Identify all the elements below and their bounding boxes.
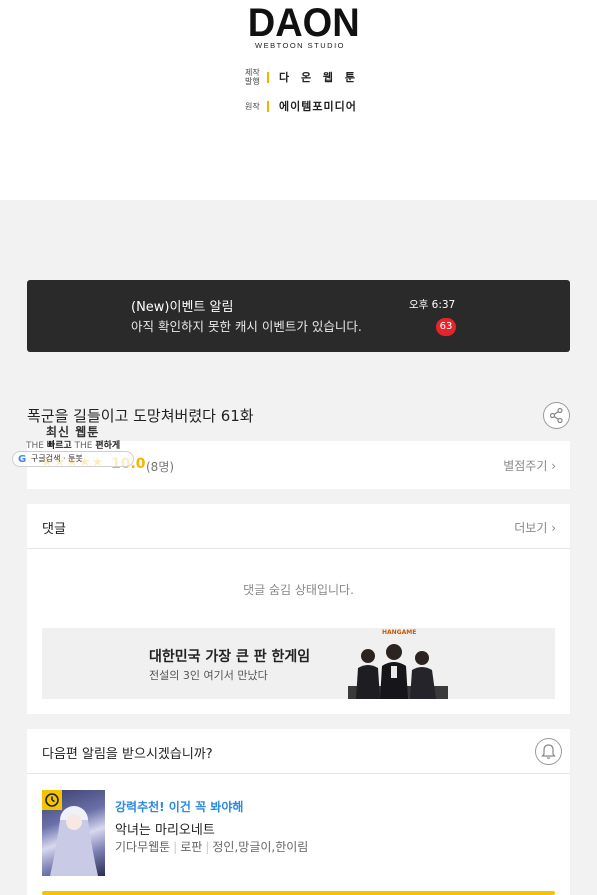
event-description: 아직 확인하지 못한 캐시 이벤트가 있습니다.: [131, 319, 362, 334]
recommendation-title[interactable]: 악녀는 마리오네트: [115, 819, 215, 838]
latest-webtoon-badge[interactable]: 최신 웹툰 THE 빠르고 THE 편하게 G 구글검색 · 툰봇: [12, 420, 137, 468]
event-title: (New)이벤트 알림: [131, 300, 234, 315]
event-notification-bar[interactable]: (New)이벤트 알림 아직 확인하지 못한 캐시 이벤트가 있습니다. 오후 …: [27, 280, 570, 352]
badge-sub-bold: 편하게: [95, 441, 121, 451]
notify-header: 다음편 알림을 받으시겠습니까?: [27, 729, 570, 774]
badge-pill-text: 구글검색 · 툰봇: [31, 454, 83, 463]
credit-original: 원작 에이템포미디어: [245, 98, 375, 114]
meta-genre: 로판: [180, 840, 203, 854]
meta-authors: 정인,망글이,한이림: [212, 840, 309, 854]
credit-label: 제작 발행: [245, 68, 260, 86]
clock-icon: [45, 793, 59, 807]
event-time: 오후 6:37: [409, 299, 456, 311]
hangame-ad-banner[interactable]: 대한민국 가장 큰 판 한게임 전설의 3인 여기서 만났다 HANGAME: [42, 628, 555, 699]
recommendation-label: 강력추천! 이건 꼭 봐야해: [115, 800, 244, 814]
comment-title: 댓글: [42, 522, 66, 537]
rate-button[interactable]: 별점주기 ›: [503, 457, 556, 474]
accent-bar: [42, 891, 555, 895]
share-button[interactable]: [543, 402, 570, 429]
event-count-badge: 63: [436, 318, 456, 336]
comment-card: 댓글 더보기 › 댓글 숨김 상태입니다. 대한민국 가장 큰 판 한게임 전설…: [27, 504, 570, 714]
comment-header: 댓글 더보기 ›: [27, 504, 570, 549]
notify-question: 다음편 알림을 받으시겠습니까?: [42, 747, 213, 762]
comment-more-button[interactable]: 더보기 ›: [514, 519, 556, 536]
badge-sub-bold: 빠르고: [46, 441, 72, 451]
badge-subtitle: THE 빠르고 THE 편하게: [26, 438, 120, 451]
wait-free-badge: [42, 790, 62, 810]
credit-value: 에이템포미디어: [279, 100, 357, 113]
recommendation-meta: 기다무웹툰 | 로판 | 정인,망글이,한이림: [115, 840, 309, 854]
ad-title: 대한민국 가장 큰 판 한게임: [149, 649, 311, 665]
badge-search-pill[interactable]: G 구글검색 · 툰봇: [12, 451, 134, 467]
ad-brand-logo: HANGAME: [382, 629, 417, 636]
bell-icon: [541, 744, 556, 759]
ad-subtitle: 전설의 3인 여기서 만났다: [149, 669, 268, 682]
badge-sub-text: THE: [26, 441, 44, 451]
credit-label: 원작: [245, 101, 260, 111]
next-episode-notify-card: 다음편 알림을 받으시겠습니까? 강력추천! 이건 꼭 봐야해 악녀는 마리오네…: [27, 729, 570, 895]
ad-people-image: [348, 644, 448, 699]
notify-bell-button[interactable]: [535, 738, 562, 765]
comment-hidden-message: 댓글 숨김 상태입니다.: [243, 583, 354, 597]
credit-production: 제작 발행 다 온 웹 툰: [245, 68, 375, 86]
badge-sub-text: THE: [74, 441, 93, 451]
logo-main-text: DAON: [247, 1, 360, 45]
credit-value: 다 온 웹 툰: [279, 71, 359, 84]
meta-category: 기다무웹툰: [115, 840, 171, 854]
credit-divider: [267, 71, 269, 83]
credit-divider: [267, 100, 269, 112]
google-icon: G: [18, 454, 27, 465]
studio-logo[interactable]: DAON WEBTOON STUDIO: [245, 1, 360, 50]
share-icon: [549, 407, 563, 424]
recommendation-thumbnail[interactable]: [42, 790, 105, 876]
rating-count: (8명): [146, 460, 175, 474]
